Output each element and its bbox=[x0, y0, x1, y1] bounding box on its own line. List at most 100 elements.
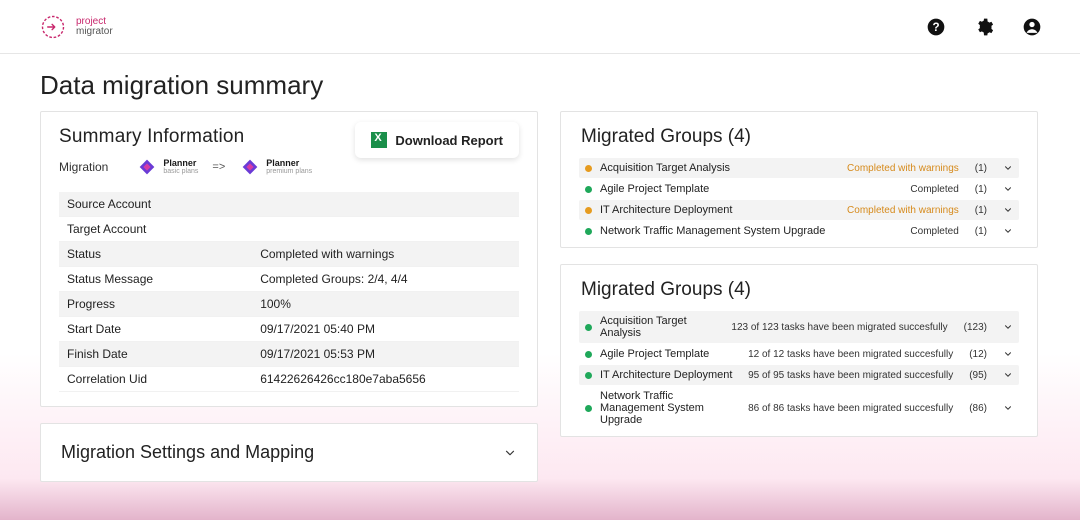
chevron-down-icon[interactable] bbox=[1003, 226, 1013, 236]
status-dot-icon bbox=[585, 405, 592, 412]
migrated-groups-panel-a: Migrated Groups (4) Acquisition Target A… bbox=[560, 111, 1038, 248]
group-row[interactable]: Agile Project TemplateCompleted(1) bbox=[579, 179, 1019, 199]
target-plan-tier: premium plans bbox=[266, 168, 312, 175]
left-column: Summary Information Migration Planner ba… bbox=[40, 111, 538, 482]
summary-row: Finish Date09/17/2021 05:53 PM bbox=[59, 342, 519, 367]
brand-line1: project bbox=[76, 17, 113, 27]
group-count: (12) bbox=[961, 349, 995, 360]
summary-row: Progress100% bbox=[59, 292, 519, 317]
status-dot-icon bbox=[585, 186, 592, 193]
group-row[interactable]: Agile Project Template 12 of 12 tasks hav… bbox=[579, 344, 1019, 364]
right-column: Migrated Groups (4) Acquisition Target A… bbox=[560, 111, 1038, 482]
summary-value: 09/17/2021 05:40 PM bbox=[252, 317, 519, 342]
group-count: (1) bbox=[967, 184, 995, 195]
source-plan-badge: Planner basic plans bbox=[136, 156, 198, 178]
summary-value: 100% bbox=[252, 292, 519, 317]
status-dot-icon bbox=[585, 207, 592, 214]
arrow-icon: => bbox=[208, 161, 229, 173]
group-count: (86) bbox=[961, 403, 995, 414]
summary-row: Status MessageCompleted Groups: 2/4, 4/4 bbox=[59, 267, 519, 292]
chevron-down-icon[interactable] bbox=[1003, 349, 1013, 359]
help-icon[interactable]: ? bbox=[926, 17, 946, 37]
group-row[interactable]: Acquisition Target Analysis 123 of 123 ta… bbox=[579, 311, 1019, 343]
group-name: Agile Project Template bbox=[600, 348, 740, 360]
gear-icon[interactable] bbox=[974, 17, 994, 37]
brand-mark-icon bbox=[38, 12, 68, 42]
summary-value: Completed Groups: 2/4, 4/4 bbox=[252, 267, 519, 292]
summary-value: 61422626426cc180e7aba5656 bbox=[252, 367, 519, 392]
chevron-down-icon[interactable] bbox=[1003, 184, 1013, 194]
summary-value bbox=[252, 217, 519, 242]
group-count: (1) bbox=[967, 226, 995, 237]
topbar-actions: ? bbox=[926, 17, 1042, 37]
page-title: Data migration summary bbox=[0, 54, 1080, 111]
group-status: Completed with warnings bbox=[847, 163, 959, 174]
summary-key: Status Message bbox=[59, 267, 252, 292]
group-name: Agile Project Template bbox=[600, 183, 902, 195]
group-status: Completed with warnings bbox=[847, 205, 959, 216]
chevron-down-icon[interactable] bbox=[1003, 205, 1013, 215]
chevron-down-icon[interactable] bbox=[503, 446, 517, 460]
summary-title: Summary Information bbox=[59, 126, 312, 148]
group-name: Network Traffic Management System Upgrad… bbox=[600, 225, 902, 237]
group-name: IT Architecture Deployment bbox=[600, 369, 740, 381]
group-name: Network Traffic Management System Upgrad… bbox=[600, 390, 740, 426]
summary-key: Source Account bbox=[59, 192, 252, 217]
status-dot-icon bbox=[585, 165, 592, 172]
migration-label: Migration bbox=[59, 160, 126, 174]
summary-value bbox=[252, 192, 519, 217]
planner-icon bbox=[136, 156, 158, 178]
summary-info-table: Source AccountTarget AccountStatusComple… bbox=[59, 192, 519, 392]
group-count: (1) bbox=[967, 205, 995, 216]
migrated-groups-title-a: Migrated Groups (4) bbox=[579, 124, 1019, 158]
brand-text: project migrator bbox=[76, 17, 113, 37]
target-plan-badge: Planner premium plans bbox=[239, 156, 312, 178]
summary-row: Target Account bbox=[59, 217, 519, 242]
source-plan-name: Planner bbox=[163, 159, 198, 168]
planner-icon bbox=[239, 156, 261, 178]
group-count: (1) bbox=[967, 163, 995, 174]
source-plan-tier: basic plans bbox=[163, 168, 198, 175]
group-count: (95) bbox=[961, 370, 995, 381]
group-row[interactable]: Acquisition Target AnalysisCompleted wit… bbox=[579, 158, 1019, 178]
brand-logo[interactable]: project migrator bbox=[38, 12, 113, 42]
group-status: 12 of 12 tasks have been migrated succes… bbox=[748, 349, 953, 360]
account-icon[interactable] bbox=[1022, 17, 1042, 37]
summary-row: Source Account bbox=[59, 192, 519, 217]
download-report-button[interactable]: Download Report bbox=[355, 122, 519, 158]
summary-panel: Summary Information Migration Planner ba… bbox=[40, 111, 538, 407]
summary-row: Correlation Uid61422626426cc180e7aba5656 bbox=[59, 367, 519, 392]
group-row[interactable]: IT Architecture Deployment Completed with… bbox=[579, 200, 1019, 220]
migrated-groups-title-b: Migrated Groups (4) bbox=[579, 277, 1019, 311]
group-status: Completed bbox=[910, 226, 958, 237]
migrated-groups-panel-b: Migrated Groups (4) Acquisition Target A… bbox=[560, 264, 1038, 437]
chevron-down-icon[interactable] bbox=[1003, 322, 1013, 332]
group-count: (123) bbox=[956, 322, 995, 333]
download-report-label: Download Report bbox=[395, 133, 503, 148]
group-row[interactable]: IT Architecture Deployment 95 of 95 tasks… bbox=[579, 365, 1019, 385]
settings-mapping-title: Migration Settings and Mapping bbox=[61, 442, 314, 463]
migration-line: Migration Planner basic plans => bbox=[59, 148, 312, 188]
chevron-down-icon[interactable] bbox=[1003, 403, 1013, 413]
group-status: 86 of 86 tasks have been migrated succes… bbox=[748, 403, 953, 414]
group-name: Acquisition Target Analysis bbox=[600, 315, 723, 339]
excel-icon bbox=[371, 132, 387, 148]
chevron-down-icon[interactable] bbox=[1003, 163, 1013, 173]
group-row[interactable]: Network Traffic Management System Upgrad… bbox=[579, 221, 1019, 241]
chevron-down-icon[interactable] bbox=[1003, 370, 1013, 380]
summary-row: StatusCompleted with warnings bbox=[59, 242, 519, 267]
group-name: IT Architecture Deployment bbox=[600, 204, 839, 216]
status-dot-icon bbox=[585, 351, 592, 358]
summary-key: Target Account bbox=[59, 217, 252, 242]
summary-key: Finish Date bbox=[59, 342, 252, 367]
group-row[interactable]: Network Traffic Management System Upgrad… bbox=[579, 386, 1019, 430]
group-status: 123 of 123 tasks have been migrated succ… bbox=[731, 322, 947, 333]
summary-key: Progress bbox=[59, 292, 252, 317]
topbar: project migrator ? bbox=[0, 0, 1080, 54]
group-list-b: Acquisition Target Analysis 123 of 123 ta… bbox=[579, 311, 1019, 430]
settings-mapping-panel[interactable]: Migration Settings and Mapping bbox=[40, 423, 538, 482]
summary-key: Start Date bbox=[59, 317, 252, 342]
group-status: 95 of 95 tasks have been migrated succes… bbox=[748, 370, 953, 381]
main-columns: Summary Information Migration Planner ba… bbox=[0, 111, 1080, 482]
summary-key: Status bbox=[59, 242, 252, 267]
